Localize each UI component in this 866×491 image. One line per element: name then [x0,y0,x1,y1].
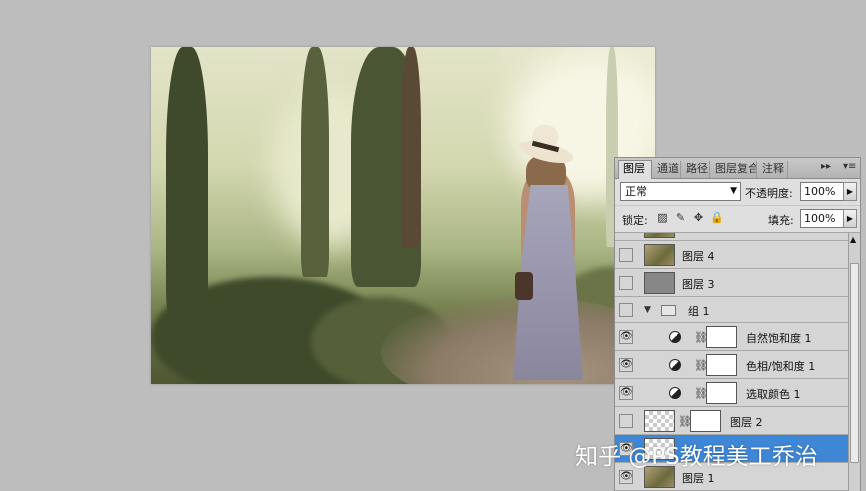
layer-row[interactable]: 👁 ⛓ 选取颜色 1 [615,379,848,407]
eye-icon[interactable]: 👁 [619,330,633,344]
tab-layers[interactable]: 图层 [618,160,652,179]
folder-icon [661,305,676,316]
layers-scrollbar[interactable]: ▲ [848,233,860,491]
group-row[interactable]: ▼ 组 1 [615,297,848,323]
expand-panel-icon[interactable]: ▸▸ [821,161,831,172]
scrollbar-thumb[interactable] [850,263,859,463]
tab-notes[interactable]: 注释 [758,161,788,178]
camera-bag [515,272,533,300]
blend-row: 正常 ▼ 不透明度: 100% ▶ [615,179,860,206]
expand-triangle-icon[interactable]: ▼ [644,305,651,315]
tree-trunk [301,47,329,277]
eye-icon[interactable]: 👁 [619,358,633,372]
layer-row[interactable]: 图层 4 [615,241,848,269]
fill-field[interactable]: 100% [800,209,844,228]
layer-row[interactable]: 👁 ⛓ 色相/饱和度 1 [615,351,848,379]
visibility-toggle[interactable] [619,303,633,317]
lock-all-icon[interactable]: 🔒 [710,211,724,224]
layer-thumbnail [644,244,675,266]
layer-name: 图层 3 [682,278,715,291]
mask-thumbnail [690,410,721,432]
layer-name: 图层 1 [682,472,715,485]
layer-name: 图层 2 [730,416,763,429]
layer-name: 组 1 [688,305,710,318]
layer-row[interactable]: ⛓ 图层 2 [615,407,848,435]
mask-thumbnail [706,382,737,404]
layer-name: 自然饱和度 1 [746,332,812,345]
tab-paths[interactable]: 路径 [682,161,710,178]
lock-label: 锁定: [622,214,648,227]
layer-thumbnail [644,233,675,238]
opacity-field[interactable]: 100% [800,182,844,201]
mask-thumbnail [706,354,737,376]
layer-row[interactable]: 👁 ⛓ 自然饱和度 1 [615,323,848,351]
tab-layer-comps[interactable]: 图层复合 [711,161,757,178]
watermark-text: 知乎 @PS教程美工乔治 [575,444,818,470]
mask-thumbnail [706,326,737,348]
lock-transparent-icon[interactable]: ▨ [656,211,669,224]
adjustment-icon [669,359,681,371]
eye-icon[interactable]: 👁 [619,470,633,484]
panel-tab-bar: 图层 通道 路径 图层复合 注释 ▸▸ ▾≡ [615,158,860,179]
layer-name: 色相/饱和度 1 [746,360,816,373]
visibility-toggle[interactable] [619,276,633,290]
chevron-down-icon: ▼ [730,186,737,196]
tab-channels[interactable]: 通道 [653,161,681,178]
layer-name: 选取颜色 1 [746,388,801,401]
tree-trunk [166,47,208,317]
lock-image-brush-icon[interactable]: ✎ [674,211,687,224]
lock-position-move-icon[interactable]: ✥ [692,211,705,224]
blend-mode-select[interactable]: 正常 ▼ [620,182,741,201]
adjustment-icon [669,331,681,343]
lock-row: 锁定: ▨ ✎ ✥ 🔒 填充: 100% ▶ [615,206,860,233]
visibility-toggle[interactable] [619,248,633,262]
blend-mode-value: 正常 [625,185,647,198]
layer-thumbnail [644,410,675,432]
fill-slider-button[interactable]: ▶ [843,209,857,228]
visibility-toggle[interactable] [619,414,633,428]
layer-row[interactable] [615,233,848,241]
eye-icon[interactable]: 👁 [619,386,633,400]
tree-trunk [401,47,421,247]
adjustment-icon [669,387,681,399]
fill-label: 填充: [768,214,794,227]
scroll-up-icon[interactable]: ▲ [850,235,856,244]
layer-row[interactable]: 图层 3 [615,269,848,297]
opacity-label: 不透明度: [745,187,793,200]
document-canvas[interactable] [151,47,655,384]
panel-menu-icon[interactable]: ▾≡ [843,161,856,172]
layer-thumbnail [644,272,675,294]
layer-name: 图层 4 [682,250,715,263]
opacity-slider-button[interactable]: ▶ [843,182,857,201]
